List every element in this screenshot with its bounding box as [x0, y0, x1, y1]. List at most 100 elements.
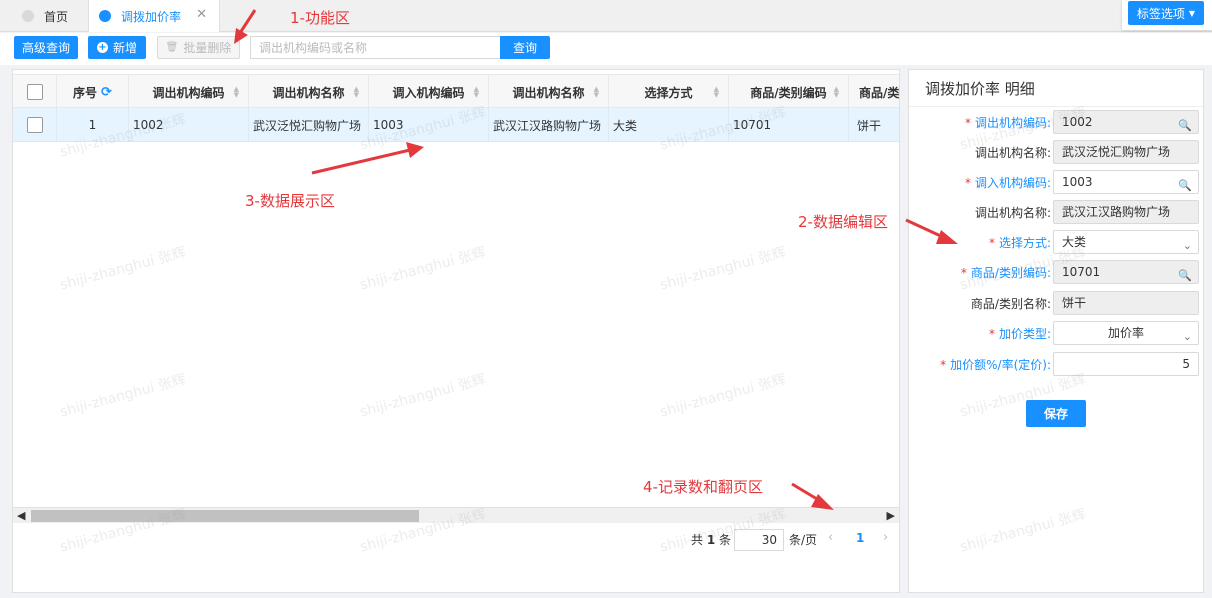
field-label-text: 调入机构编码:	[974, 176, 1051, 190]
cell-select-mode: 大类	[609, 108, 729, 141]
sort-icon[interactable]: ▲ ▼	[834, 86, 839, 99]
cell-item-name: 饼干	[857, 118, 882, 133]
sort-icon[interactable]: ▲ ▼	[234, 86, 239, 99]
chevron-down-icon: ⌄	[1182, 330, 1192, 343]
horizontal-scrollbar[interactable]: ◀ ▶	[13, 507, 899, 523]
item-code-field[interactable]: 10701 🔍	[1053, 260, 1199, 284]
select-mode-dropdown[interactable]: 大类 ⌄	[1053, 230, 1199, 254]
cell-index: 1	[57, 108, 129, 141]
required-mark: *	[988, 236, 995, 250]
header-in-name-label: 调出机构名称	[512, 85, 585, 100]
annotation-function-area: 1-功能区	[290, 9, 350, 27]
header-index-label: 序号	[73, 85, 98, 100]
form-row-markup-type: * 加价类型: 加价率 ⌄	[909, 321, 1203, 345]
header-select-mode-label: 选择方式	[644, 85, 693, 100]
refresh-icon[interactable]: ⟳	[101, 85, 112, 100]
new-button[interactable]: + 新增	[88, 36, 146, 59]
close-icon[interactable]: ✕	[196, 7, 207, 22]
tag-options-container: 标签选项 ▼	[1122, 0, 1212, 30]
sort-icon[interactable]: ▲ ▼	[354, 86, 359, 99]
page-size-input[interactable]: 30	[734, 529, 784, 551]
plus-icon: +	[96, 42, 108, 53]
search-icon[interactable]: 🔍	[1178, 265, 1192, 287]
field-label: 商品/类别名称:	[970, 297, 1051, 311]
page-size-unit: 条/页	[789, 533, 818, 547]
out-code-field[interactable]: 1002 🔍	[1053, 110, 1199, 134]
header-item-code[interactable]: 商品/类别编码 ▲ ▼	[729, 75, 849, 107]
form-row-select-mode: * 选择方式: 大类 ⌄	[909, 230, 1203, 254]
markup-type-dropdown[interactable]: 加价率 ⌄	[1053, 321, 1199, 345]
required-mark: *	[940, 358, 947, 372]
field-label: * 调入机构编码:	[965, 174, 1051, 191]
scrollbar-thumb[interactable]	[31, 510, 419, 522]
field-label: 调出机构名称:	[974, 146, 1051, 160]
tab-transfer-markup-label: 调拨加价率	[121, 9, 182, 24]
pagination: 共 1 条 30 条/页 ‹ 1 ›	[13, 526, 899, 552]
in-code-value: 1003	[1062, 175, 1093, 189]
header-in-name[interactable]: 调出机构名称 ▲ ▼	[489, 75, 609, 107]
table-row[interactable]: 1 1002 武汉泛悦汇购物广场 1003 武汉江汉路购物广场 大类 10701…	[13, 108, 899, 142]
tab-transfer-markup[interactable]: 调拨加价率 ✕	[88, 0, 220, 32]
field-label-text: 加价类型:	[998, 327, 1051, 341]
toolbar: 高级查询 + 新增 🗑 批量删除 查询	[0, 33, 1212, 65]
tab-home[interactable]: 首页	[10, 0, 84, 32]
required-mark: *	[988, 327, 995, 341]
cell-in-code: 1003	[369, 108, 489, 141]
required-mark: *	[960, 266, 967, 280]
total-count-text: 共 1 条	[691, 531, 731, 548]
tab-dot-icon	[22, 10, 34, 22]
header-out-code-label: 调出机构编码	[152, 85, 225, 100]
cell-out-code: 1002	[129, 108, 249, 141]
annotation-display-area: 3-数据展示区	[245, 192, 335, 210]
field-label: * 选择方式:	[989, 234, 1051, 251]
annotation-pager-area: 4-记录数和翻页区	[643, 478, 763, 496]
header-in-code-label: 调入机构编码	[392, 85, 465, 100]
field-label: * 加价类型:	[989, 325, 1051, 342]
markup-rate-input[interactable]: 5	[1053, 352, 1199, 376]
annotation-edit-area: 2-数据编辑区	[798, 213, 888, 231]
tag-options-button[interactable]: 标签选项 ▼	[1128, 1, 1204, 25]
required-mark: *	[964, 176, 971, 190]
total-suffix: 条	[719, 533, 732, 547]
advanced-query-button[interactable]: 高级查询	[14, 36, 78, 59]
row-checkbox[interactable]	[26, 117, 43, 133]
total-prefix: 共	[691, 533, 704, 547]
select-all-checkbox[interactable]	[26, 84, 43, 100]
page-number-current[interactable]: 1	[856, 531, 864, 545]
tab-dot-icon	[99, 10, 111, 22]
item-name-field: 饼干	[1053, 291, 1199, 315]
scroll-left-icon[interactable]: ◀	[17, 509, 25, 522]
in-code-field[interactable]: 1003 🔍	[1053, 170, 1199, 194]
field-label-text: 商品/类别编码:	[970, 266, 1051, 280]
cell-out-name: 武汉泛悦汇购物广场	[249, 108, 369, 141]
header-out-code[interactable]: 调出机构编码 ▲ ▼	[129, 75, 249, 107]
tab-home-label: 首页	[44, 9, 69, 24]
header-out-name[interactable]: 调出机构名称 ▲ ▼	[249, 75, 369, 107]
out-name-field: 武汉泛悦汇购物广场	[1053, 140, 1199, 164]
header-in-code[interactable]: 调入机构编码 ▲ ▼	[369, 75, 489, 107]
search-icon[interactable]: 🔍	[1178, 115, 1192, 137]
trash-icon: 🗑	[165, 42, 179, 53]
query-button[interactable]: 查询	[500, 36, 550, 59]
field-label-text: 调出机构编码:	[974, 116, 1051, 130]
sort-icon[interactable]: ▲ ▼	[714, 86, 719, 99]
next-page-icon[interactable]: ›	[883, 530, 888, 545]
batch-delete-button[interactable]: 🗑 批量删除	[157, 36, 240, 59]
sort-icon[interactable]: ▲ ▼	[474, 86, 479, 99]
header-select-mode[interactable]: 选择方式 ▲ ▼	[609, 75, 729, 107]
header-item-name[interactable]: 商品/类	[849, 75, 899, 107]
search-icon[interactable]: 🔍	[1178, 175, 1192, 197]
new-button-label: 新增	[112, 41, 137, 55]
detail-title: 调拨加价率 明细	[925, 80, 1035, 98]
field-label: 调出机构名称:	[974, 206, 1051, 220]
save-button[interactable]: 保存	[1026, 400, 1086, 427]
form-row-out-code: * 调出机构编码: 1002 🔍	[909, 110, 1203, 134]
prev-page-icon[interactable]: ‹	[828, 530, 833, 545]
sort-icon[interactable]: ▲ ▼	[594, 86, 599, 99]
search-input[interactable]	[250, 36, 501, 59]
scroll-right-icon[interactable]: ▶	[887, 509, 895, 522]
form-row-markup-rate: * 加价额%/率(定价): 5	[909, 352, 1203, 376]
header-index[interactable]: 序号 ⟳	[57, 75, 129, 107]
form-row-in-code: * 调入机构编码: 1003 🔍	[909, 170, 1203, 194]
grid-header: 序号 ⟳ 调出机构编码 ▲ ▼ 调出机构名称 ▲ ▼ 调入机构编码 ▲ ▼ 调出机构名…	[13, 74, 899, 108]
